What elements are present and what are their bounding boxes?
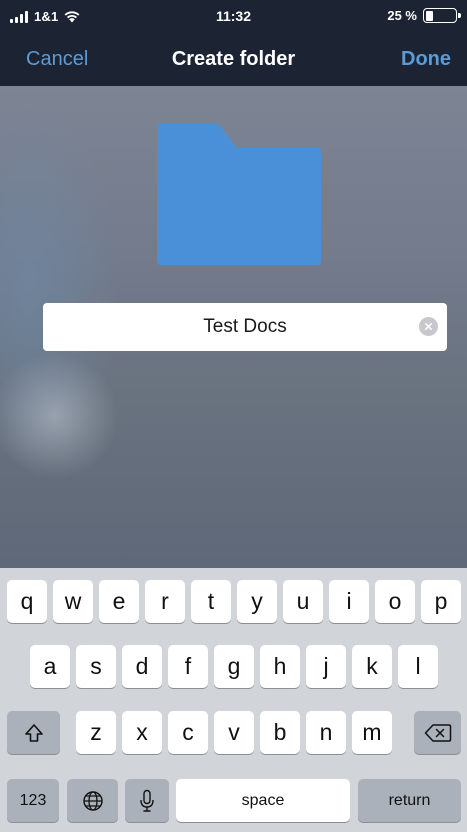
key-m[interactable]: m [352, 711, 392, 754]
key-o[interactable]: o [375, 580, 415, 623]
return-key[interactable]: return [358, 779, 461, 822]
folder-name-input[interactable] [43, 303, 447, 351]
key-l[interactable]: l [398, 645, 438, 688]
key-w[interactable]: w [53, 580, 93, 623]
key-t[interactable]: t [191, 580, 231, 623]
shift-icon[interactable] [7, 711, 60, 754]
key-h[interactable]: h [260, 645, 300, 688]
key-x[interactable]: x [122, 711, 162, 754]
microphone-icon[interactable] [125, 779, 169, 822]
key-p[interactable]: p [421, 580, 461, 623]
key-d[interactable]: d [122, 645, 162, 688]
create-folder-screen: 1&1 11:32 25 % Cancel Create folder Done [0, 0, 467, 832]
content-area [0, 86, 467, 568]
page-title: Create folder [171, 48, 296, 70]
backspace-icon[interactable] [414, 711, 461, 754]
status-bar: 1&1 11:32 25 % [0, 0, 467, 34]
status-right: 25 % [387, 8, 461, 23]
key-c[interactable]: c [168, 711, 208, 754]
key-e[interactable]: e [99, 580, 139, 623]
numbers-key[interactable]: 123 [7, 779, 59, 822]
battery-icon [423, 8, 461, 23]
key-a[interactable]: a [30, 645, 70, 688]
key-s[interactable]: s [76, 645, 116, 688]
navigation-bar: Cancel Create folder Done [0, 34, 467, 86]
done-button[interactable]: Done [401, 48, 451, 71]
clear-text-icon[interactable] [419, 317, 438, 336]
key-g[interactable]: g [214, 645, 254, 688]
key-y[interactable]: y [237, 580, 277, 623]
key-b[interactable]: b [260, 711, 300, 754]
globe-icon[interactable] [67, 779, 118, 822]
space-key[interactable]: space [176, 779, 350, 822]
key-v[interactable]: v [214, 711, 254, 754]
key-i[interactable]: i [329, 580, 369, 623]
key-k[interactable]: k [352, 645, 392, 688]
top-bar: 1&1 11:32 25 % Cancel Create folder Done [0, 0, 467, 86]
key-u[interactable]: u [283, 580, 323, 623]
keyboard: q w e r t y u i o p a s d f g h j k l z … [0, 568, 467, 832]
key-z[interactable]: z [76, 711, 116, 754]
key-f[interactable]: f [168, 645, 208, 688]
key-q[interactable]: q [7, 580, 47, 623]
key-j[interactable]: j [306, 645, 346, 688]
battery-fill [425, 10, 433, 21]
folder-icon [157, 124, 321, 265]
key-r[interactable]: r [145, 580, 185, 623]
battery-percent: 25 % [387, 8, 417, 23]
key-n[interactable]: n [306, 711, 346, 754]
